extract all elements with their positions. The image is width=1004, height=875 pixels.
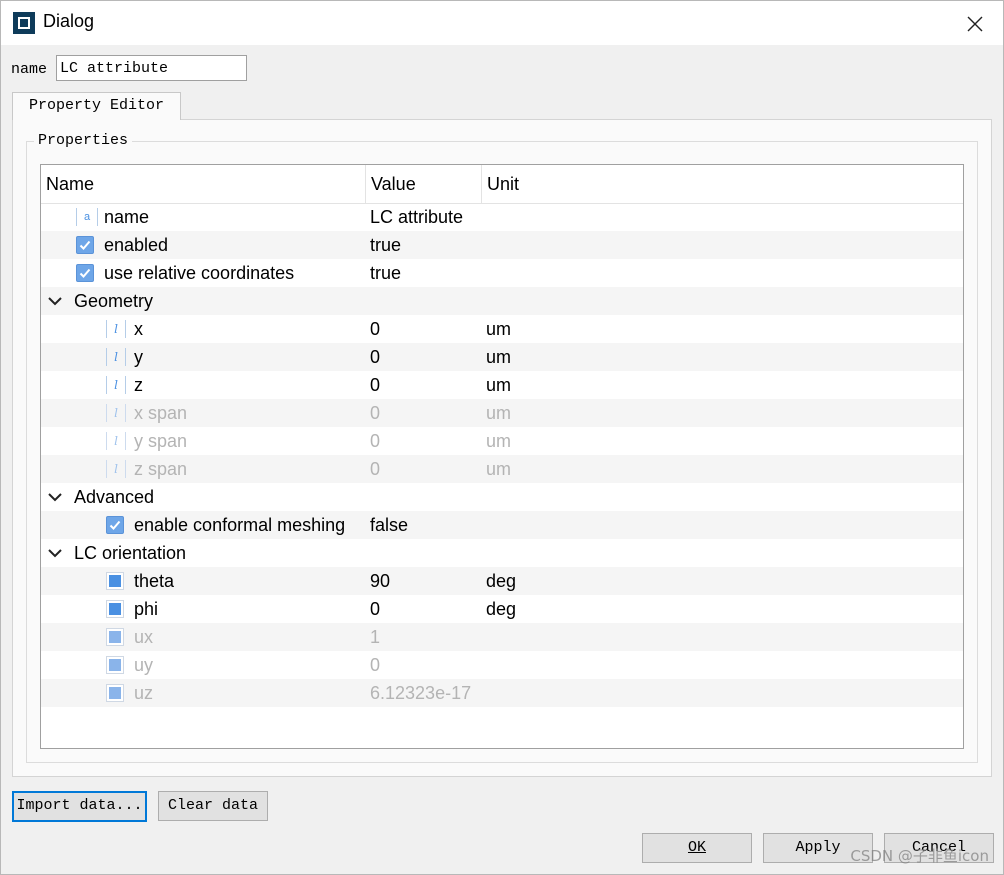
property-name: name	[104, 207, 150, 227]
tree-group-row[interactable]: Advanced	[41, 483, 963, 511]
checkbox-icon[interactable]	[76, 236, 94, 254]
property-unit: um	[486, 319, 512, 339]
property-name: use relative coordinates	[104, 263, 295, 283]
tree-row[interactable]: enable conformal meshing false	[41, 511, 963, 539]
tree-header: Name Value Unit	[41, 165, 963, 204]
property-name: uz	[134, 683, 154, 703]
tree-group-label: LC orientation	[74, 543, 187, 563]
property-name: y	[134, 347, 143, 367]
tree-row[interactable]: uz 6.12323e-17	[41, 679, 963, 707]
title-bar: Dialog	[1, 1, 1003, 45]
watermark: CSDN @子非鱼icon	[850, 847, 989, 865]
tree-group-row[interactable]: LC orientation	[41, 539, 963, 567]
number-icon	[106, 628, 124, 646]
property-name: theta	[134, 571, 175, 591]
property-unit: um	[486, 431, 512, 451]
dialog-window: Dialog name LC attribute Property Editor…	[0, 0, 1004, 875]
text-icon: l	[106, 432, 126, 450]
property-name: z	[134, 375, 143, 395]
property-value: 1	[370, 627, 381, 647]
property-unit: um	[486, 375, 512, 395]
property-name: x span	[134, 403, 188, 423]
property-value[interactable]: 0	[370, 343, 380, 371]
properties-group-title: Properties	[34, 132, 133, 149]
tree-row[interactable]: uy 0	[41, 651, 963, 679]
text-icon: l	[106, 348, 126, 366]
checkbox-icon[interactable]	[106, 516, 124, 534]
column-header-name[interactable]: Name	[41, 165, 366, 203]
property-value[interactable]: LC attribute	[370, 203, 463, 231]
chevron-down-icon[interactable]	[48, 548, 62, 558]
tree-row[interactable]: l x 0 um	[41, 315, 963, 343]
property-unit: um	[486, 347, 512, 367]
string-icon: a	[76, 208, 98, 226]
property-unit: um	[486, 459, 512, 479]
property-value[interactable]: 0	[370, 595, 380, 623]
tree-row[interactable]: theta 90 deg	[41, 567, 963, 595]
name-label: name	[11, 61, 48, 78]
window-title: Dialog	[43, 11, 95, 31]
property-value[interactable]: 0	[370, 371, 380, 399]
number-icon	[106, 600, 124, 618]
property-name: enable conformal meshing	[134, 515, 346, 535]
property-name: x	[134, 319, 143, 339]
property-name: enabled	[104, 235, 169, 255]
import-data-button[interactable]: Import data...	[12, 791, 147, 822]
property-tree[interactable]: Name Value Unit a name LC attribute enabled…	[40, 164, 964, 749]
property-value[interactable]: true	[370, 259, 401, 287]
tree-row[interactable]: l x span 0 um	[41, 399, 963, 427]
tree-group-label: Geometry	[74, 291, 154, 311]
tree-row[interactable]: use relative coordinates true	[41, 259, 963, 287]
tree-row[interactable]: phi 0 deg	[41, 595, 963, 623]
tree-row[interactable]: l y span 0 um	[41, 427, 963, 455]
ok-button[interactable]: OK	[642, 833, 752, 863]
close-button[interactable]	[955, 7, 995, 41]
close-icon	[967, 16, 983, 32]
ok-label: OK	[687, 839, 706, 856]
property-name: phi	[134, 599, 159, 619]
property-value: 0	[370, 655, 381, 675]
property-name: uy	[134, 655, 154, 675]
tab-property-editor[interactable]: Property Editor	[12, 92, 181, 120]
tree-row[interactable]: l y 0 um	[41, 343, 963, 371]
clear-data-button[interactable]: Clear data	[158, 791, 268, 821]
tree-row[interactable]: l z span 0 um	[41, 455, 963, 483]
tree-row[interactable]: ux 1	[41, 623, 963, 651]
property-name: y span	[134, 431, 188, 451]
text-icon: l	[106, 320, 126, 338]
tree-group-row[interactable]: Geometry	[41, 287, 963, 315]
property-value: 0	[370, 403, 381, 423]
property-unit: deg	[486, 599, 517, 619]
chevron-down-icon[interactable]	[48, 492, 62, 502]
property-name: z span	[134, 459, 188, 479]
tree-row[interactable]: l z 0 um	[41, 371, 963, 399]
app-icon	[13, 12, 35, 34]
column-header-unit[interactable]: Unit	[482, 165, 963, 203]
property-value[interactable]: false	[370, 511, 408, 539]
property-value[interactable]: true	[370, 231, 401, 259]
text-icon: l	[106, 404, 126, 422]
tree-row[interactable]: enabled true	[41, 231, 963, 259]
property-value[interactable]: 90	[370, 567, 390, 595]
text-icon: l	[106, 376, 126, 394]
tree-group-label: Advanced	[74, 487, 155, 507]
property-unit: deg	[486, 571, 517, 591]
number-icon	[106, 656, 124, 674]
property-value: 0	[370, 459, 381, 479]
property-value: 0	[370, 431, 381, 451]
apply-label: Apply	[795, 839, 841, 856]
name-input[interactable]: LC attribute	[56, 55, 247, 81]
property-value: 6.12323e-17	[370, 683, 472, 703]
property-value[interactable]: 0	[370, 315, 380, 343]
property-name: ux	[134, 627, 154, 647]
checkbox-icon[interactable]	[76, 264, 94, 282]
chevron-down-icon[interactable]	[48, 296, 62, 306]
tree-row[interactable]: a name LC attribute	[41, 203, 963, 231]
property-unit: um	[486, 403, 512, 423]
text-icon: l	[106, 460, 126, 478]
column-header-value[interactable]: Value	[366, 165, 482, 203]
number-icon	[106, 572, 124, 590]
number-icon	[106, 684, 124, 702]
